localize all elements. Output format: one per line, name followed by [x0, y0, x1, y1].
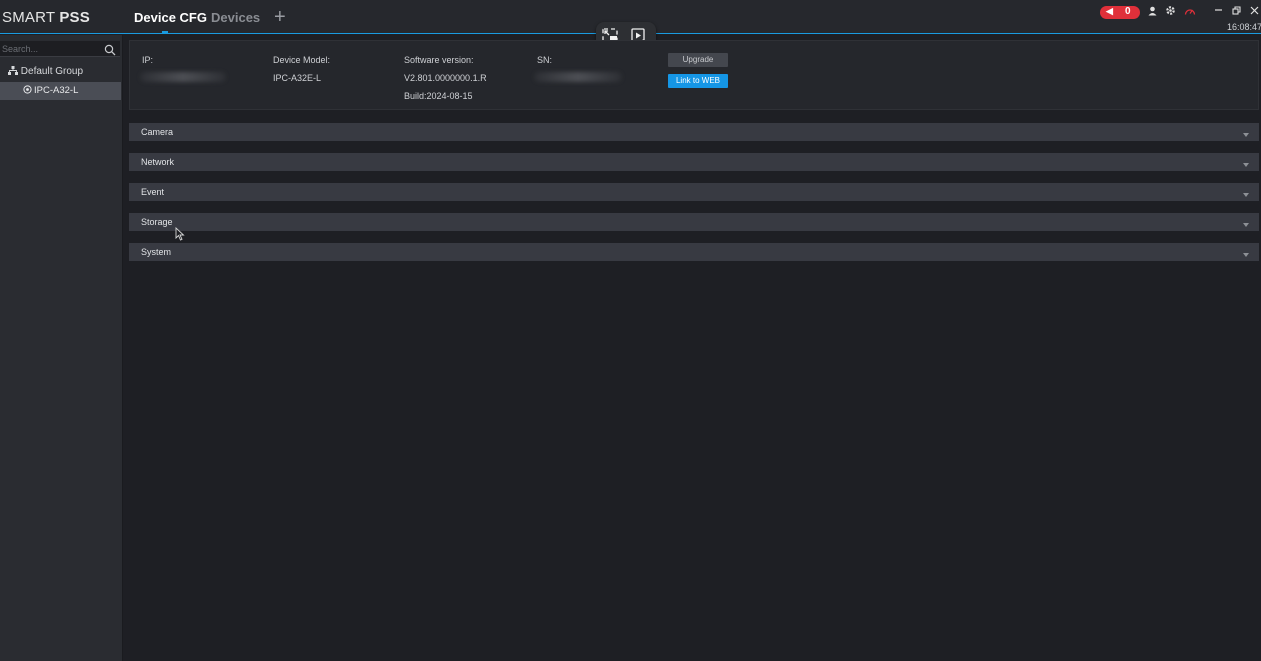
gear-icon[interactable] [1165, 5, 1176, 19]
user-icon[interactable] [1148, 5, 1157, 19]
software-version-label: Software version: [404, 55, 474, 65]
section-network[interactable]: Network [129, 153, 1259, 171]
search-box[interactable] [0, 41, 120, 57]
speaker-icon: ◀ [1106, 6, 1113, 16]
close-icon[interactable] [1250, 4, 1259, 18]
sn-value-redacted [534, 72, 622, 82]
sn-label: SN: [537, 55, 553, 65]
software-version-value: V2.801.0000000.1.R [404, 73, 487, 83]
logo-bold-text: PSS [59, 9, 90, 26]
add-tab-button[interactable]: + [274, 6, 286, 29]
active-tab-indicator [162, 31, 168, 34]
app-logo: SMART PSS [2, 9, 90, 26]
section-label: System [141, 247, 172, 257]
org-tree-icon [8, 66, 21, 77]
minimize-icon[interactable] [1214, 3, 1223, 17]
device-model-value: IPC-A32E-L [273, 73, 322, 83]
tab-devices[interactable]: Devices [211, 10, 260, 25]
device-model-label: Device Model: [273, 55, 331, 65]
section-system[interactable]: System [129, 243, 1259, 261]
tab-device-cfg[interactable]: Device CFG [134, 10, 207, 25]
section-event[interactable]: Event [129, 183, 1259, 201]
tree-device-item[interactable]: IPC-A32-L [0, 82, 121, 100]
section-storage[interactable]: Storage [129, 213, 1259, 231]
restore-icon[interactable] [1232, 4, 1241, 18]
build-date-value: Build:2024-08-15 [404, 91, 473, 101]
tree-group-default[interactable]: Default Group [8, 66, 83, 77]
mouse-cursor-icon [175, 226, 185, 241]
chevron-down-icon [1243, 129, 1249, 137]
performance-gauge-icon[interactable] [1184, 5, 1196, 19]
search-input[interactable] [0, 41, 102, 57]
chevron-down-icon [1243, 219, 1249, 227]
ip-value-redacted [140, 72, 226, 82]
section-label: Network [141, 157, 175, 167]
section-label: Event [141, 187, 165, 197]
camera-icon [23, 85, 32, 94]
ip-label: IP: [142, 55, 154, 65]
clock-time: 16:08:47 [1227, 22, 1261, 32]
tree-group-label: Default Group [20, 66, 84, 77]
search-icon[interactable] [104, 43, 116, 56]
section-camera[interactable]: Camera [129, 123, 1259, 141]
link-to-web-button[interactable]: Link to WEB [668, 74, 728, 88]
tree-device-label: IPC-A32-L [34, 85, 79, 96]
chevron-down-icon [1243, 189, 1249, 197]
logo-light-text: SMART [2, 9, 60, 26]
alarm-badge[interactable]: ◀ 0 [1100, 6, 1140, 19]
device-tree-sidebar: Default Group IPC-A32-L [0, 35, 123, 661]
section-label: Storage [141, 217, 173, 227]
chevron-down-icon [1243, 249, 1249, 257]
chevron-down-icon [1243, 159, 1249, 167]
alarm-count: 0 [1125, 6, 1131, 17]
section-label: Camera [141, 127, 174, 137]
upgrade-button[interactable]: Upgrade [668, 53, 728, 67]
device-info-panel: IP: Device Model: IPC-A32E-L Software ve… [129, 40, 1259, 110]
